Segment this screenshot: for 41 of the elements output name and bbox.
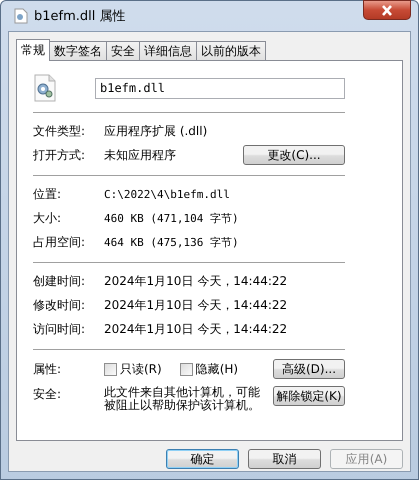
settings-file-icon [33, 74, 57, 102]
field-label: 修改时间: [33, 296, 86, 314]
security-text: 此文件来自其他计算机，可能被阻止以帮助保护该计算机。 [104, 386, 261, 412]
checkbox[interactable]: 只读(R) [104, 360, 162, 378]
dialog-button[interactable]: 取消 [248, 449, 321, 469]
checkbox-label: 隐藏(H) [196, 360, 238, 378]
field-value: 464 KB (475,136 字节) [104, 234, 240, 250]
tab[interactable]: 常规 [16, 39, 50, 61]
field-label: 文件类型: [33, 122, 86, 140]
field-label: 大小: [33, 210, 62, 226]
window-title: b1efm.dll 属性 [34, 8, 126, 25]
field-value: 2024年1月10日 今天，14:44:22 [104, 320, 288, 338]
tab[interactable]: 数字签名 [49, 41, 107, 60]
close-icon [381, 4, 393, 16]
change-button[interactable]: 更改(C)... [243, 145, 345, 165]
dialog-button[interactable]: 确定 [166, 449, 239, 469]
tab[interactable]: 安全 [106, 41, 140, 60]
checkbox-label: 只读(R) [120, 360, 162, 378]
file-icon [14, 8, 28, 24]
field-label: 占用空间: [33, 234, 86, 250]
unblock-button[interactable]: 解除锁定(K) [273, 386, 345, 406]
field-value: 460 KB (471,104 字节) [104, 210, 240, 226]
field-label: 安全: [33, 386, 62, 403]
close-button[interactable] [363, 0, 411, 20]
field-value: 未知应用程序 [104, 146, 177, 164]
checkbox-box[interactable] [180, 362, 193, 376]
tab[interactable]: 以前的版本 [196, 41, 266, 60]
checkbox[interactable]: 隐藏(H) [180, 360, 238, 378]
field-label: 位置: [33, 186, 62, 202]
field-value: 应用程序扩展 (.dll) [104, 122, 208, 140]
checkbox-box[interactable] [104, 362, 117, 376]
field-label: 打开方式: [33, 146, 86, 164]
field-label: 属性: [33, 360, 62, 378]
field-label: 访问时间: [33, 320, 86, 338]
field-label: 创建时间: [33, 272, 86, 290]
field-value: C:\2022\4\b1efm.dll [104, 188, 231, 200]
name-field[interactable]: b1efm.dll [95, 78, 345, 98]
field-value: 2024年1月10日 今天，14:44:22 [104, 272, 288, 290]
tab[interactable]: 详细信息 [139, 41, 197, 60]
advanced-button[interactable]: 高级(D)... [273, 359, 345, 379]
field-value: 2024年1月10日 今天，14:44:22 [104, 296, 288, 314]
